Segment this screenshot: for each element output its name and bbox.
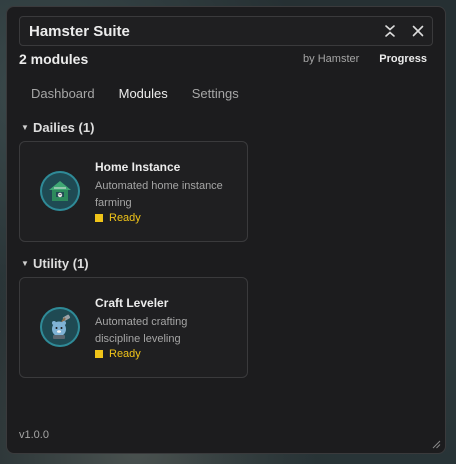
author-label: by Hamster	[303, 53, 360, 65]
tab-modules[interactable]: Modules	[107, 85, 180, 103]
card-title: Home Instance	[95, 160, 181, 174]
card-description: Automated crafting discipline leveling	[95, 316, 188, 345]
module-count: 2 modules	[19, 51, 89, 67]
caret-down-icon: ▼	[21, 123, 29, 132]
title-bar[interactable]: Hamster Suite	[19, 16, 433, 46]
section-dailies-header[interactable]: ▼ Dailies (1)	[19, 120, 94, 135]
collapse-icon[interactable]	[380, 21, 400, 41]
resize-grip-icon[interactable]	[432, 440, 441, 449]
status-indicator	[95, 350, 103, 358]
version-label: v1.0.0	[19, 429, 49, 441]
card-title: Craft Leveler	[95, 296, 169, 310]
module-card-home-instance[interactable]: Home Instance Automated home instance fa…	[19, 141, 248, 242]
card-description: Automated home instance farming	[95, 180, 223, 209]
status-badge: Ready	[95, 348, 141, 360]
window-title: Hamster Suite	[29, 22, 130, 40]
status-text: Ready	[109, 212, 141, 224]
tab-settings[interactable]: Settings	[180, 85, 251, 103]
status-badge: Ready	[95, 212, 141, 224]
module-card-craft-leveler[interactable]: Craft Leveler Automated crafting discipl…	[19, 277, 248, 378]
close-icon[interactable]	[408, 21, 428, 41]
section-label: Utility (1)	[33, 256, 89, 271]
house-icon	[40, 171, 80, 211]
section-label: Dailies (1)	[33, 120, 95, 135]
status-indicator	[95, 214, 103, 222]
status-text: Ready	[109, 348, 141, 360]
tab-bar: Dashboard Modules Settings	[19, 85, 251, 103]
crafting-hamster-icon	[40, 307, 80, 347]
app-window: Hamster Suite 2 modules by Hamster Progr…	[6, 6, 446, 454]
caret-down-icon: ▼	[21, 259, 29, 268]
progress-link[interactable]: Progress	[379, 53, 427, 65]
module-summary: 2 modules by Hamster Progress	[19, 49, 427, 69]
tab-dashboard[interactable]: Dashboard	[19, 85, 107, 103]
section-utility-header[interactable]: ▼ Utility (1)	[19, 256, 89, 271]
